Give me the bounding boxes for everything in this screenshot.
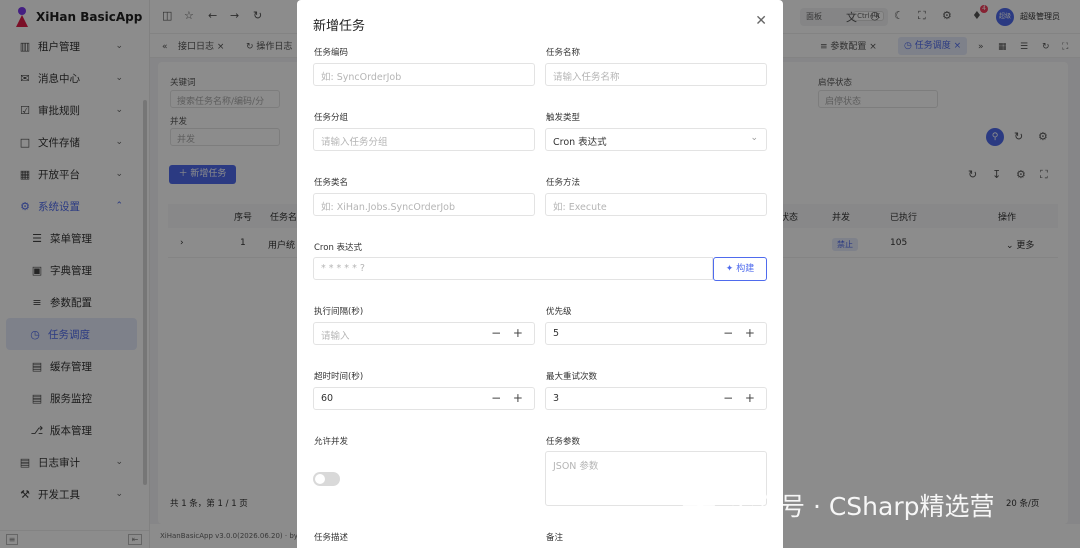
- stepper-buttons[interactable]: − +: [491, 326, 527, 340]
- magic-wand-icon: ✦: [725, 264, 734, 274]
- cron-label: Cron 表达式: [314, 243, 363, 253]
- remark-label: 备注: [546, 533, 564, 543]
- interval-label: 执行间隔(秒): [314, 307, 364, 317]
- task-method-input[interactable]: 如: Execute: [545, 193, 767, 216]
- stepper-buttons[interactable]: − +: [723, 326, 759, 340]
- task-name-label: 任务名称: [546, 48, 581, 58]
- cron-build-button[interactable]: ✦ 构建: [713, 257, 767, 281]
- priority-stepper[interactable]: 5 − +: [545, 322, 767, 345]
- allow-concurrent-label: 允许并发: [314, 437, 349, 447]
- timeout-label: 超时时间(秒): [314, 372, 364, 382]
- watermark: 公众号 · CSharp精选营: [682, 488, 1062, 522]
- task-method-label: 任务方法: [546, 178, 581, 188]
- retry-stepper[interactable]: 3 − +: [545, 387, 767, 410]
- task-name-input[interactable]: 请输入任务名称: [545, 63, 767, 86]
- cron-input[interactable]: * * * * * ?: [313, 257, 713, 280]
- timeout-stepper[interactable]: 60 − +: [313, 387, 535, 410]
- task-description-label: 任务描述: [314, 533, 349, 543]
- trigger-type-label: 触发类型: [546, 113, 581, 123]
- task-group-input[interactable]: 请输入任务分组: [313, 128, 535, 151]
- close-icon[interactable]: ✕: [755, 13, 767, 29]
- task-class-input[interactable]: 如: XiHan.Jobs.SyncOrderJob: [313, 193, 535, 216]
- task-params-label: 任务参数: [546, 437, 581, 447]
- task-class-label: 任务类名: [314, 178, 349, 188]
- task-code-input[interactable]: 如: SyncOrderJob: [313, 63, 535, 86]
- stepper-buttons[interactable]: − +: [723, 391, 759, 405]
- add-task-modal: 新增任务 ✕ 任务编码 如: SyncOrderJob 任务名称 请输入任务名称…: [297, 0, 783, 548]
- task-code-label: 任务编码: [314, 48, 349, 58]
- wechat-icon: [682, 491, 718, 519]
- priority-label: 优先级: [546, 307, 572, 317]
- allow-concurrent-toggle[interactable]: [313, 472, 340, 486]
- task-group-label: 任务分组: [314, 113, 349, 123]
- modal-title: 新增任务: [313, 19, 366, 34]
- interval-stepper[interactable]: 请输入 − +: [313, 322, 535, 345]
- chevron-down-icon: ⌄: [750, 133, 758, 143]
- stepper-buttons[interactable]: − +: [491, 391, 527, 405]
- retry-label: 最大重试次数: [546, 372, 598, 382]
- trigger-type-select[interactable]: Cron 表达式 ⌄: [545, 128, 767, 151]
